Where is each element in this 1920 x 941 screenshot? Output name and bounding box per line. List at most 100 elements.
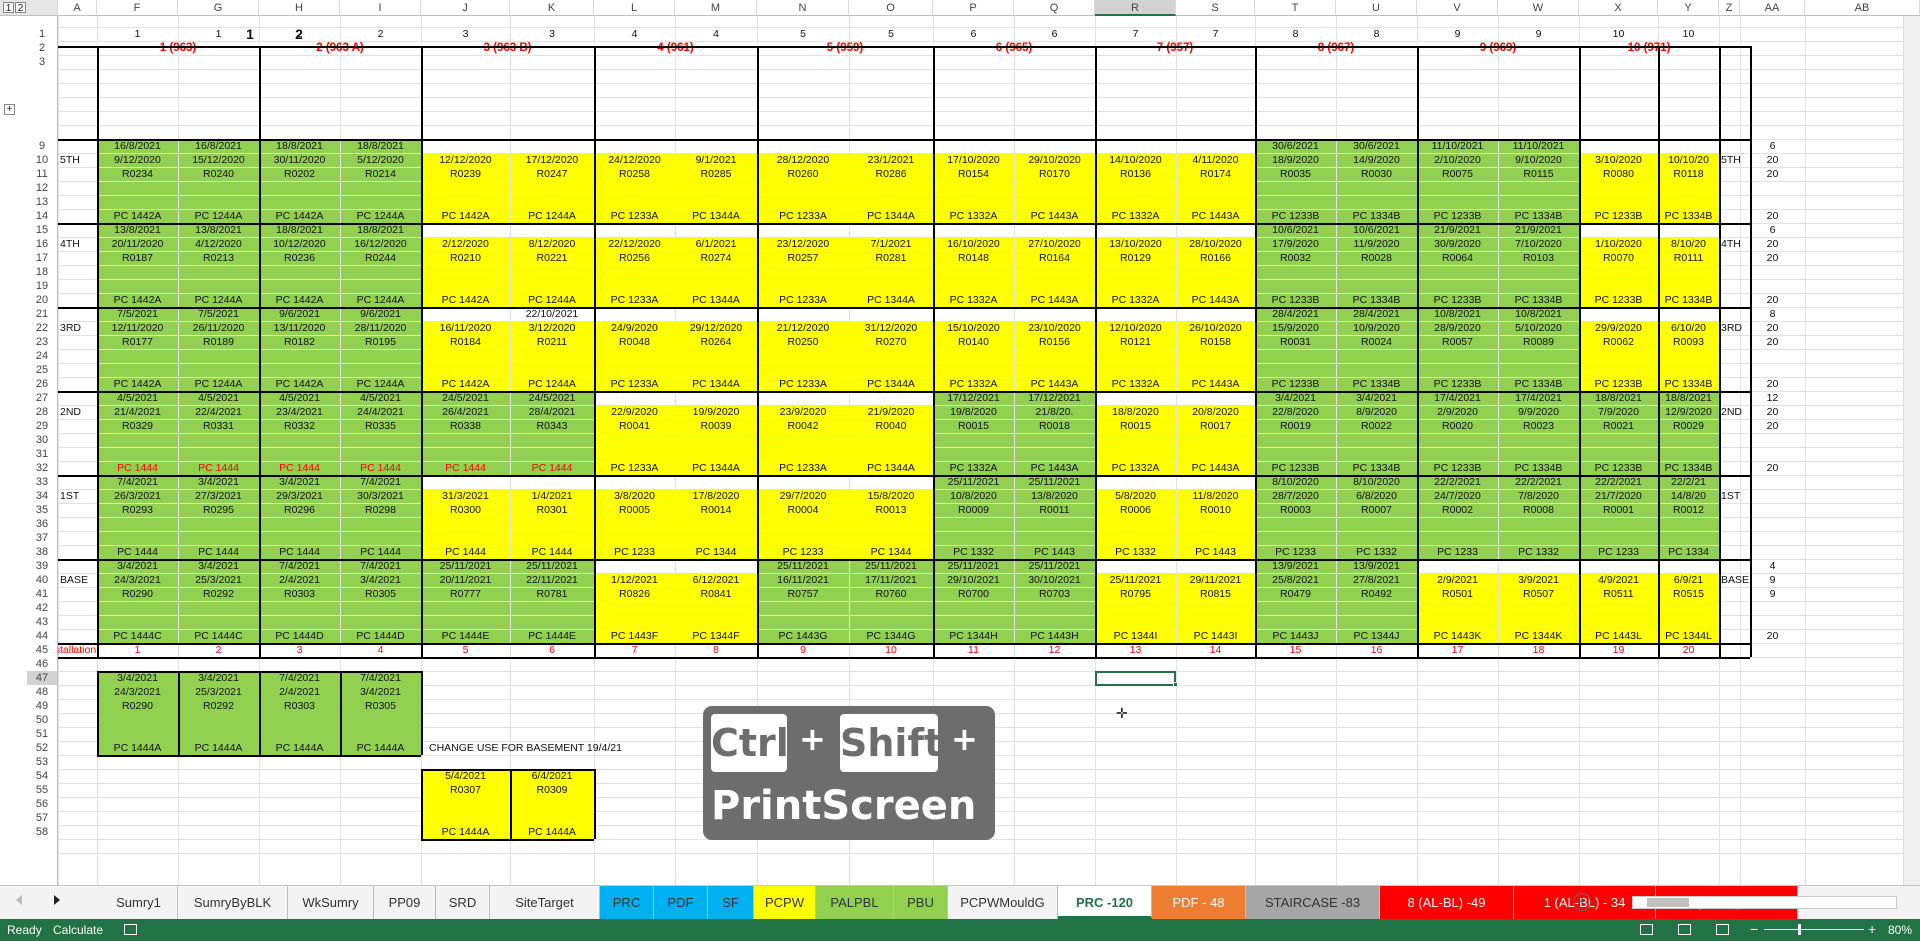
sheet-tab-pbu[interactable]: PBU <box>894 886 948 919</box>
pc-code[interactable]: PC 1233A <box>757 377 849 391</box>
cell-value[interactable]: 17/9/2020 <box>1255 237 1336 251</box>
cell-value[interactable]: 21/9/2020 <box>849 405 933 419</box>
pc-code[interactable]: PC 1233B <box>1579 209 1658 223</box>
cell-value[interactable]: R0757 <box>757 587 849 601</box>
pc-code[interactable]: PC 1444A <box>178 741 259 755</box>
row-header-47[interactable]: 47 <box>27 671 57 685</box>
outline-expand-icon[interactable]: + <box>4 104 15 115</box>
cell-value[interactable]: R0115 <box>1498 167 1579 181</box>
cell-value[interactable]: 17/12/2020 <box>510 153 594 167</box>
pc-code[interactable]: PC 1442A <box>97 293 178 307</box>
cell-value[interactable]: R0064 <box>1417 251 1498 265</box>
cell-value[interactable]: 18/8/2021 <box>340 139 421 153</box>
cell-value[interactable]: 3/4/2021 <box>1255 391 1336 405</box>
column-header-a[interactable]: A <box>58 0 97 16</box>
pc-code[interactable]: PC 1444A <box>97 741 178 755</box>
pc-code[interactable]: PC 1344A <box>849 377 933 391</box>
pc-code[interactable]: PC 1233B <box>1417 377 1498 391</box>
cell-value[interactable]: 20/8/2020 <box>1176 405 1255 419</box>
row-header-43[interactable]: 43 <box>27 615 57 629</box>
row-header-17[interactable]: 17 <box>27 251 57 265</box>
cell-value[interactable]: R0303 <box>259 587 340 601</box>
row-header-13[interactable]: 13 <box>27 195 57 209</box>
cell-value[interactable]: 7/4/2021 <box>259 559 340 573</box>
row-header-30[interactable]: 30 <box>27 433 57 447</box>
pc-code[interactable]: PC 1444E <box>510 629 594 643</box>
pc-code[interactable]: PC 1233 <box>594 545 675 559</box>
cell-value[interactable]: 6/1/2021 <box>675 237 757 251</box>
cell-value[interactable]: 11/10/2021 <box>1498 139 1579 153</box>
cell-value[interactable]: 9/9/2020 <box>1498 405 1579 419</box>
cell-value[interactable]: 9/6/2021 <box>340 307 421 321</box>
horizontal-scrollbar[interactable] <box>1632 896 1897 909</box>
cell-value[interactable]: R0492 <box>1336 587 1417 601</box>
pc-code[interactable]: PC 1334B <box>1336 377 1417 391</box>
cell-value[interactable]: R0121 <box>1095 335 1176 349</box>
column-header-x[interactable]: X <box>1579 0 1658 16</box>
cell-value[interactable]: 25/11/2021 <box>510 559 594 573</box>
cell-value[interactable]: R0332 <box>259 419 340 433</box>
cell-value[interactable]: R0236 <box>259 251 340 265</box>
row-header-20[interactable]: 20 <box>27 293 57 307</box>
row-header-25[interactable]: 25 <box>27 363 57 377</box>
cell-value[interactable]: R0187 <box>97 251 178 265</box>
cell-value[interactable]: 9/1/2021 <box>675 153 757 167</box>
column-header-k[interactable]: K <box>510 0 594 16</box>
row-header-36[interactable]: 36 <box>27 517 57 531</box>
cell-value[interactable]: 3/4/2021 <box>178 671 259 685</box>
cell-value[interactable]: R0042 <box>757 419 849 433</box>
pc-code[interactable]: PC 1332A <box>933 293 1014 307</box>
normal-view-icon[interactable] <box>1640 924 1653 935</box>
column-header-t[interactable]: T <box>1255 0 1336 16</box>
cell-value[interactable]: R0021 <box>1579 419 1658 433</box>
sheet-tab-palpbl[interactable]: PALPBL <box>816 886 894 919</box>
cell-value[interactable]: 7/4/2021 <box>340 559 421 573</box>
pc-code[interactable]: PC 1444E <box>421 629 510 643</box>
outline-level-2[interactable]: 2 <box>15 2 26 14</box>
cell-value[interactable]: R0292 <box>178 699 259 713</box>
cell-value[interactable]: 20/11/2020 <box>97 237 178 251</box>
cell-value[interactable]: 29/12/2020 <box>675 321 757 335</box>
pc-code[interactable]: PC 1444C <box>178 629 259 643</box>
sheet-tab-sitetarget[interactable]: SiteTarget <box>490 886 600 919</box>
zoom-slider-thumb[interactable] <box>1798 924 1801 935</box>
cell-value[interactable]: 3/12/2020 <box>510 321 594 335</box>
pc-code[interactable]: PC 1442A <box>259 209 340 223</box>
cell-value[interactable]: R0008 <box>1498 503 1579 517</box>
pc-code[interactable]: PC 1344A <box>675 377 757 391</box>
cell-value[interactable]: 2/9/2020 <box>1417 405 1498 419</box>
cell-value[interactable]: 3/4/2021 <box>340 685 421 699</box>
pc-code[interactable]: PC 1233A <box>757 209 849 223</box>
row-header-16[interactable]: 16 <box>27 237 57 251</box>
row-header-51[interactable]: 51 <box>27 727 57 741</box>
cell-value[interactable]: 24/12/2020 <box>594 153 675 167</box>
column-header-v[interactable]: V <box>1417 0 1498 16</box>
cell-value[interactable]: R0035 <box>1255 167 1336 181</box>
cell-value[interactable]: 3/10/2020 <box>1579 153 1658 167</box>
pc-code[interactable]: PC 1444 <box>259 545 340 559</box>
pc-code[interactable]: PC 1233 <box>1255 545 1336 559</box>
more-tabs[interactable]: ... <box>1545 892 1556 907</box>
row-header-39[interactable]: 39 <box>27 559 57 573</box>
cell-value[interactable]: R0781 <box>510 587 594 601</box>
cell-value[interactable]: R0305 <box>340 699 421 713</box>
pc-code[interactable]: PC 1334B <box>1498 377 1579 391</box>
row-header-48[interactable]: 48 <box>27 685 57 699</box>
cell-value[interactable]: 27/8/2021 <box>1336 573 1417 587</box>
cell-value[interactable]: R0329 <box>97 419 178 433</box>
cell-value[interactable]: 3/4/2021 <box>178 559 259 573</box>
cell-value[interactable]: 10/8/2021 <box>1498 307 1579 321</box>
page-break-view-icon[interactable] <box>1716 924 1729 935</box>
pc-code[interactable]: PC 1334B <box>1498 209 1579 223</box>
row-header-31[interactable]: 31 <box>27 447 57 461</box>
pc-code[interactable]: PC 1244A <box>178 293 259 307</box>
pc-code[interactable]: PC 1334 <box>1658 545 1719 559</box>
cell-value[interactable]: 31/3/2021 <box>421 489 510 503</box>
cell-value[interactable]: 29/11/2021 <box>1176 573 1255 587</box>
pc-code[interactable]: PC 1244A <box>510 377 594 391</box>
cell-value[interactable]: 28/4/2021 <box>1255 307 1336 321</box>
cell-value[interactable]: 25/11/2021 <box>1014 559 1095 573</box>
cell-value[interactable]: 30/6/2021 <box>1255 139 1336 153</box>
cell-value[interactable]: R0010 <box>1176 503 1255 517</box>
cell-value[interactable]: 18/8/2020 <box>1095 405 1176 419</box>
